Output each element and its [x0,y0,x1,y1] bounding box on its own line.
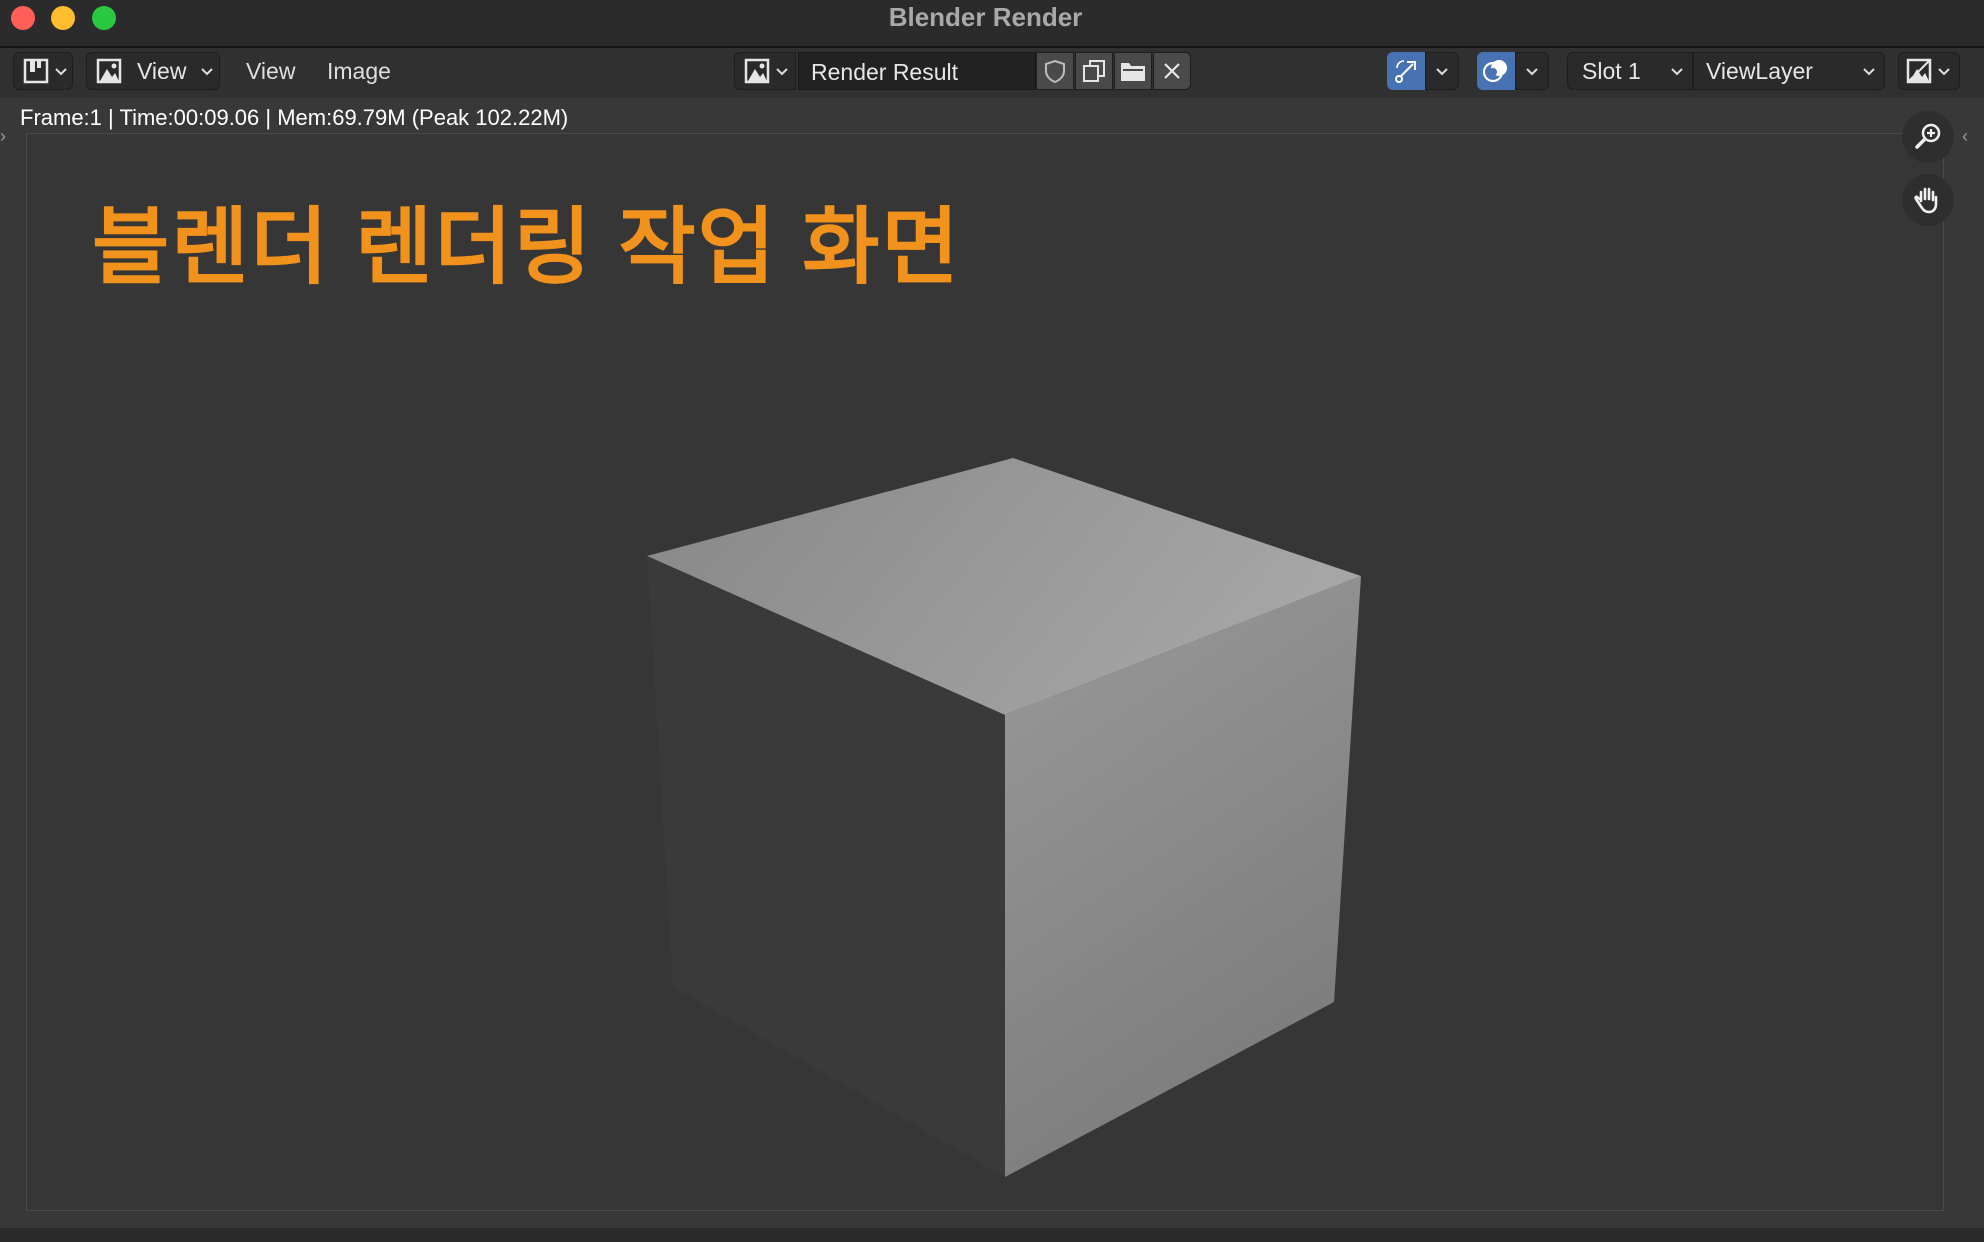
image-editor-header: View View Image Render Result Slot 1 Vie… [0,48,1984,98]
menu-view[interactable]: View [246,58,295,85]
pan-button[interactable] [1902,174,1954,226]
chevron-down-icon [201,68,214,76]
image-view-icon [96,58,122,84]
overlay-title: 블렌더 렌더링 작업 화면 [92,200,961,294]
chevron-down-icon [1436,68,1448,76]
new-image-button[interactable] [1075,52,1113,90]
hand-icon [1914,187,1938,214]
chevron-down-icon [1671,68,1683,76]
title-bar: Blender Render [0,0,1984,48]
overlay-icon [1482,60,1507,83]
left-toolbar-toggle-icon[interactable]: › [0,126,6,147]
close-icon [1164,63,1180,79]
window-title: Blender Render [888,2,1083,32]
display-channels-dropdown[interactable] [1898,52,1960,90]
zoom-icon [1915,123,1941,149]
gizmo-icon [1395,60,1416,83]
display-channels-icon [1906,58,1932,84]
gizmo-toggle-button[interactable] [1387,52,1425,90]
fake-user-button[interactable] [1036,52,1074,90]
chevron-down-icon [776,68,788,76]
cube-render [647,458,1361,1177]
browse-image-button[interactable] [734,52,796,90]
image-name-field[interactable]: Render Result [798,52,1036,90]
shield-icon [1045,59,1065,84]
window-bottom-edge [0,1228,1984,1242]
menu-image[interactable]: Image [327,58,391,85]
view-mode-dropdown[interactable]: View [86,52,220,90]
view-mode-label: View [137,57,187,84]
duplicate-icon [1083,60,1105,82]
right-sidebar-toggle-icon[interactable]: ‹ [1962,126,1968,147]
image-editor-icon [23,58,49,84]
chevron-down-icon [55,68,67,76]
folder-icon [1121,63,1145,81]
render-slot-label: Slot 1 [1582,57,1641,84]
chevron-down-icon [1526,68,1538,76]
editor-type-dropdown[interactable] [13,52,73,90]
gizmo-options-dropdown[interactable] [1425,52,1459,90]
zoom-button[interactable] [1902,111,1954,163]
overlay-options-dropdown[interactable] [1515,52,1549,90]
view-layer-label: ViewLayer [1706,57,1813,84]
render-slot-dropdown[interactable]: Slot 1 [1567,52,1693,90]
overlay-toggle-button[interactable] [1477,52,1515,90]
unlink-image-button[interactable] [1153,52,1191,90]
view-layer-dropdown[interactable]: ViewLayer [1693,52,1885,90]
chevron-down-icon [1863,68,1875,76]
render-status-line: Frame:1 | Time:00:09.06 | Mem:69.79M (Pe… [20,105,569,130]
chevron-down-icon [1938,68,1950,76]
browse-image-icon [744,58,770,84]
open-image-button[interactable] [1114,52,1152,90]
